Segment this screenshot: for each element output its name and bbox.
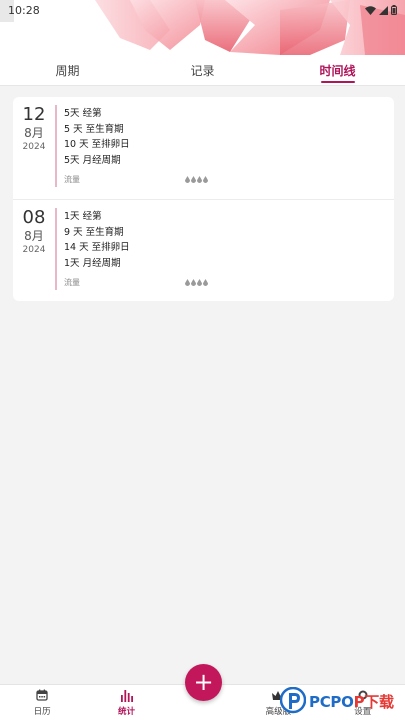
flow-label: 流量	[64, 175, 80, 184]
calendar-icon	[36, 689, 48, 701]
tab-timeline[interactable]: 时间线	[270, 56, 405, 85]
status-time: 10:28	[8, 3, 40, 17]
nav-statistics-label: 统计	[118, 707, 136, 717]
bar-chart-icon	[120, 689, 133, 702]
nav-premium-label: 高级版	[265, 707, 292, 717]
drop-icon	[203, 279, 208, 286]
entry-divider	[55, 208, 57, 290]
entry-divider	[55, 105, 57, 187]
nav-settings-label: 设置	[354, 707, 372, 717]
status-icons	[365, 5, 397, 15]
entry-day: 08	[22, 207, 46, 228]
entry-days-to-ovulation: 14 天 至排卵日	[64, 242, 130, 253]
entry-days-to-fertile: 5 天 至生育期	[64, 123, 124, 135]
status-bar: 10:28	[0, 0, 405, 20]
drop-icon	[185, 176, 190, 183]
battery-icon	[391, 5, 397, 15]
nav-calendar-label: 日历	[33, 707, 51, 717]
timeline-entry[interactable]: 12 8月 2024 5天 经第 5 天 至生育期 10 天 至排卵日 5天 月…	[13, 97, 394, 199]
entry-days-to-ovulation: 10 天 至排卵日	[64, 139, 130, 150]
add-record-button[interactable]: +	[185, 664, 222, 701]
entry-days-to-fertile: 9 天 至生育期	[64, 226, 124, 238]
drop-icon	[197, 176, 202, 183]
nav-settings[interactable]: 设置	[321, 685, 405, 720]
nav-calendar[interactable]: 日历	[0, 685, 84, 720]
drop-icon	[185, 279, 190, 286]
flow-drops	[185, 279, 208, 286]
entry-date: 08 8月 2024	[13, 200, 55, 301]
entry-day: 12	[22, 104, 46, 125]
timeline-list: 12 8月 2024 5天 经第 5 天 至生育期 10 天 至排卵日 5天 月…	[13, 97, 394, 301]
tab-bar: 周期 记录 时间线	[0, 56, 405, 86]
tab-records[interactable]: 记录	[135, 56, 270, 85]
drop-icon	[191, 279, 196, 286]
entry-month: 8月	[24, 126, 44, 140]
nav-statistics[interactable]: 统计	[84, 685, 168, 720]
entry-date: 12 8月 2024	[13, 97, 55, 199]
timeline-entry[interactable]: 08 8月 2024 1天 经第 9 天 至生育期 14 天 至排卵日 1天 月…	[13, 199, 394, 301]
wifi-icon	[365, 5, 376, 15]
entry-month: 8月	[24, 229, 44, 243]
tab-cycle[interactable]: 周期	[0, 56, 135, 85]
drop-icon	[191, 176, 196, 183]
entry-year: 2024	[22, 142, 46, 152]
entry-year: 2024	[22, 245, 46, 255]
entry-cycle-length: 1天 月经周期	[64, 257, 121, 269]
drop-icon	[203, 176, 208, 183]
nav-premium[interactable]: 高级版	[236, 685, 320, 720]
crown-icon	[272, 690, 285, 700]
entry-cycle-length: 5天 月经周期	[64, 154, 121, 166]
drop-icon	[197, 279, 202, 286]
signal-icon	[379, 5, 388, 15]
flow-label: 流量	[64, 278, 80, 287]
gear-icon	[358, 690, 368, 700]
flow-drops	[185, 176, 208, 183]
entry-period-length: 5天 经第	[64, 108, 102, 119]
entry-period-length: 1天 经第	[64, 211, 102, 222]
